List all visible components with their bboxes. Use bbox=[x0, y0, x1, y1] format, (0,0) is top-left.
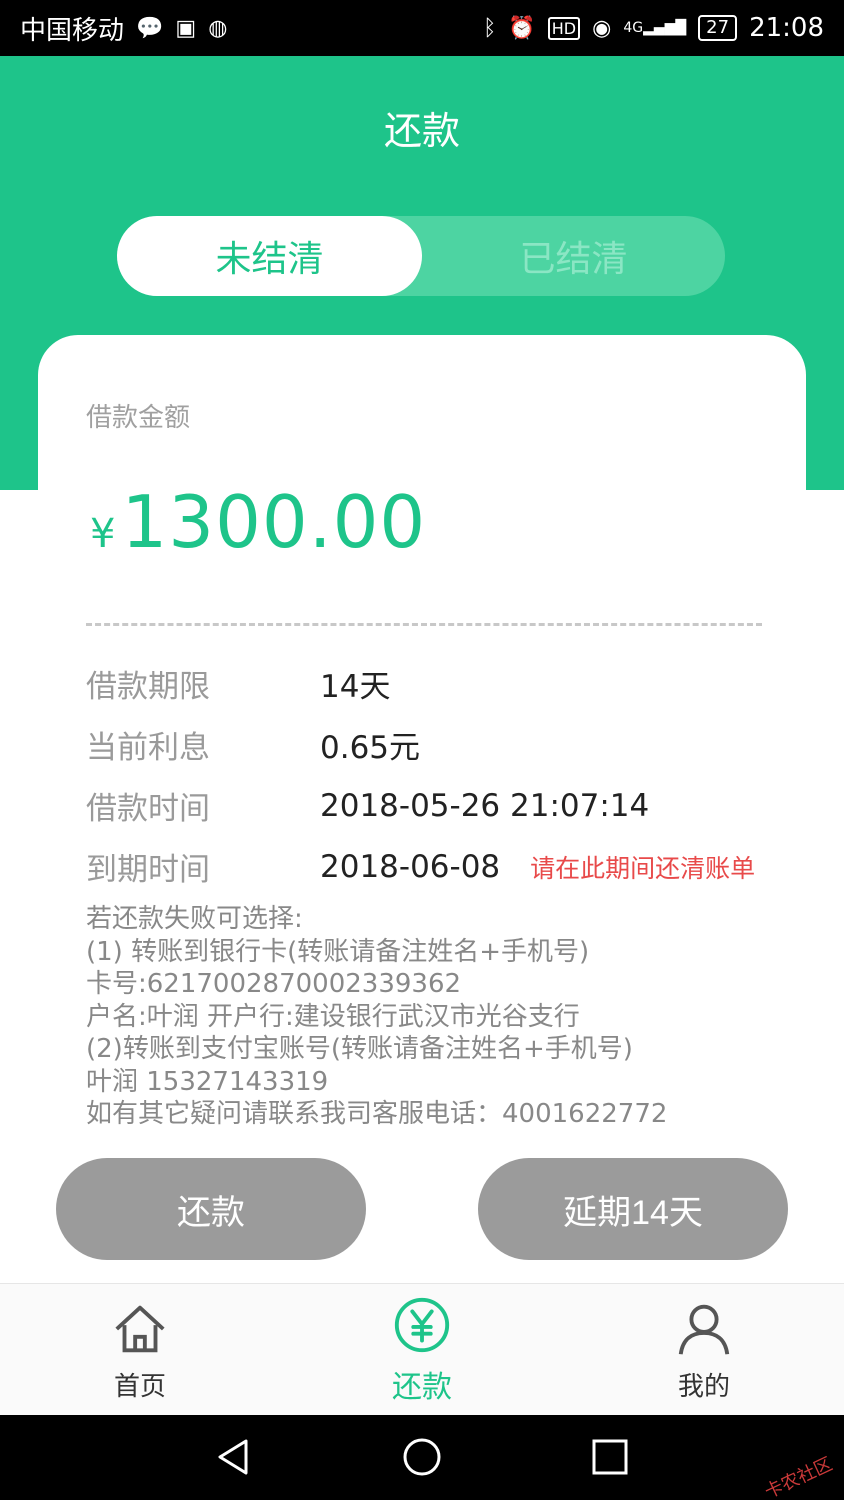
tab-repay[interactable]: 还款 bbox=[322, 1284, 522, 1416]
clock: 21:08 bbox=[749, 13, 824, 43]
loan-card: 借款金额 ¥ 1300.00 借款期限 14天 当前利息 0.65元 借款时间 … bbox=[38, 335, 806, 1155]
detail-key: 借款期限 bbox=[86, 669, 210, 705]
dashed-divider bbox=[86, 623, 762, 626]
status-bar: 中国移动 💬 ▣ ◍ ᛒ ⏰ HD ◉ 4G▂▄▆█ 27 21:08 bbox=[0, 0, 844, 56]
user-icon bbox=[678, 1304, 730, 1355]
status-segment-control: 未结清 已结清 bbox=[117, 216, 725, 296]
home-icon bbox=[115, 1305, 165, 1352]
tab-settled[interactable]: 已结清 bbox=[422, 216, 725, 296]
tab-label: 首页 bbox=[113, 1371, 166, 1402]
loan-details: 借款期限 14天 当前利息 0.65元 借款时间 2018-05-26 21:0… bbox=[86, 653, 786, 897]
bluetooth-icon: ᛒ bbox=[483, 15, 497, 41]
carrier-name: 中国移动 bbox=[20, 15, 125, 46]
detail-key: 当前利息 bbox=[86, 730, 210, 766]
detail-value: 2018-05-26 21:07:14 bbox=[320, 787, 650, 824]
loan-amount-label: 借款金额 bbox=[86, 403, 191, 433]
note-line: 如有其它疑问请联系我司客服电话：4001622772 bbox=[86, 1099, 668, 1129]
tab-home[interactable]: 首页 bbox=[40, 1284, 240, 1416]
due-warning: 请在此期间还清账单 bbox=[530, 853, 756, 883]
note-line: (1) 转账到银行卡(转账请备注姓名+手机号) bbox=[86, 936, 590, 967]
battery-level: 27 bbox=[706, 17, 730, 38]
tab-mine[interactable]: 我的 bbox=[604, 1284, 804, 1416]
detail-value: 2018-06-08 bbox=[320, 848, 501, 885]
app-notification-icon: ▣ bbox=[175, 15, 197, 41]
detail-row-due-time: 到期时间 2018-06-08 请在此期间还清账单 bbox=[86, 836, 786, 897]
home-circle-icon[interactable] bbox=[402, 1437, 442, 1477]
hd-icon: HD bbox=[547, 16, 581, 40]
wechat-icon: ◍ bbox=[208, 15, 228, 41]
note-line: 户名:叶润 开户行:建设银行武汉市光谷支行 bbox=[86, 1001, 580, 1032]
note-line: (2)转账到支付宝账号(转账请备注姓名+手机号) bbox=[86, 1034, 633, 1064]
eye-icon: ◉ bbox=[592, 15, 612, 41]
watermark-logo: 卡农社区 bbox=[761, 1453, 836, 1500]
detail-row-interest: 当前利息 0.65元 bbox=[86, 714, 786, 775]
detail-value: 0.65元 bbox=[320, 730, 421, 766]
detail-row-loan-time: 借款时间 2018-05-26 21:07:14 bbox=[86, 775, 786, 836]
recents-icon[interactable] bbox=[590, 1437, 630, 1477]
system-nav-bar: 卡农社区 bbox=[0, 1415, 844, 1500]
network-type: 4G bbox=[623, 20, 644, 36]
repayment-notes: 若还款失败可选择: (1) 转账到银行卡(转账请备注姓名+手机号) 卡号:621… bbox=[86, 903, 786, 1131]
signal-icon: 4G▂▄▆█ bbox=[623, 20, 687, 36]
note-line: 叶润 15327143319 bbox=[86, 1066, 329, 1097]
note-line: 卡号:6217002870002339362 bbox=[86, 969, 462, 999]
detail-key: 借款时间 bbox=[86, 791, 210, 827]
tab-label: 我的 bbox=[677, 1371, 730, 1402]
extend-button[interactable]: 延期14天 bbox=[478, 1158, 788, 1260]
alarm-icon: ⏰ bbox=[508, 15, 536, 41]
detail-value: 14天 bbox=[320, 669, 391, 705]
loan-amount: ¥ 1300.00 bbox=[90, 480, 426, 564]
message-icon: 💬 bbox=[136, 15, 164, 41]
yen-circle-icon bbox=[394, 1297, 450, 1353]
bottom-tab-bar: 首页 还款 我的 bbox=[0, 1283, 844, 1415]
repay-button[interactable]: 还款 bbox=[56, 1158, 366, 1260]
currency-symbol: ¥ bbox=[90, 511, 116, 557]
tab-label: 还款 bbox=[392, 1370, 452, 1405]
page-title: 还款 bbox=[383, 109, 460, 153]
back-icon[interactable] bbox=[214, 1437, 254, 1477]
detail-key: 到期时间 bbox=[86, 852, 210, 888]
tab-unsettled[interactable]: 未结清 bbox=[117, 216, 422, 296]
loan-amount-value: 1300.00 bbox=[121, 480, 427, 564]
battery-icon: 27 bbox=[698, 15, 738, 41]
note-line: 若还款失败可选择: bbox=[86, 904, 303, 934]
detail-row-term: 借款期限 14天 bbox=[86, 653, 786, 714]
